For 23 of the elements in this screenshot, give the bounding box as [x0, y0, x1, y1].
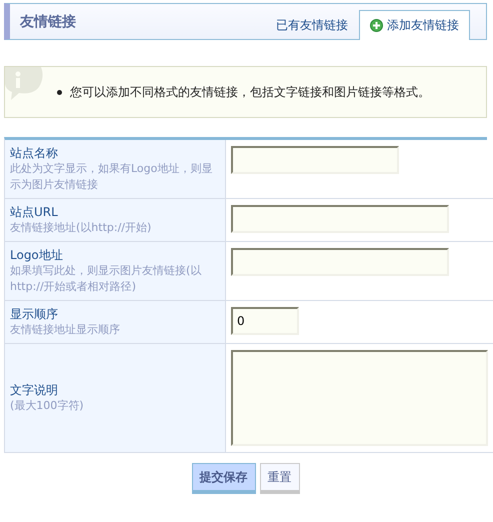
- input-field[interactable]: [231, 248, 449, 276]
- page-title: 友情链接: [20, 13, 76, 31]
- text-area[interactable]: [231, 350, 488, 446]
- field-hint: 友情链接地址显示顺序: [10, 322, 120, 338]
- field-label: Logo地址: [10, 247, 63, 263]
- input-field[interactable]: [231, 205, 449, 233]
- field-label: 文字说明: [10, 382, 58, 398]
- tab[interactable]: 已有友情链接: [275, 10, 349, 40]
- field-hint: 友情链接地址(以http://开始): [10, 220, 152, 236]
- field-label: 站点名称: [10, 145, 58, 161]
- field-hint: (最大100字符): [10, 398, 84, 414]
- input-field[interactable]: [231, 146, 399, 174]
- field-hint: 此处为文字显示，如果有Logo地址，则显示为图片友情链接: [10, 161, 214, 193]
- reset-button[interactable]: 重置: [260, 463, 300, 494]
- input-field[interactable]: 0: [231, 307, 299, 335]
- tab[interactable]: 添加友情链接: [359, 10, 470, 40]
- field-label: 显示顺序: [10, 306, 58, 322]
- submit-button[interactable]: 提交保存: [192, 463, 256, 494]
- add-icon: [370, 19, 383, 32]
- notice-text: 您可以添加不同格式的友情链接，包括文字链接和图片链接等格式。: [70, 84, 430, 100]
- field-label: 站点URL: [10, 204, 58, 220]
- field-hint: 如果填写此处，则显示图片友情链接(以http://开始或者相对路径): [10, 263, 202, 295]
- bullet-icon: [57, 90, 62, 94]
